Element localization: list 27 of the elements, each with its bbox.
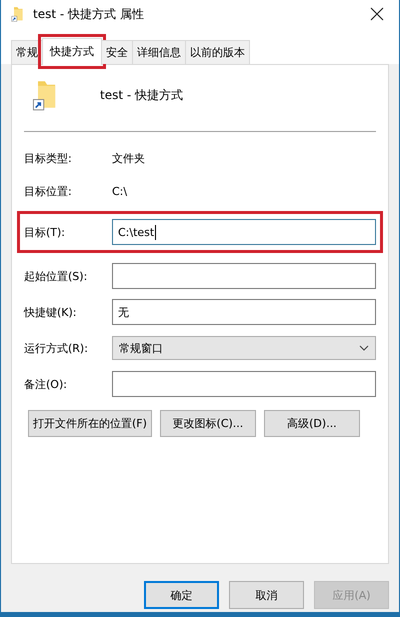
field-label: 目标(T): bbox=[24, 224, 66, 240]
folder-icon bbox=[11, 6, 25, 22]
dialog-button[interactable]: 取消 bbox=[229, 581, 304, 609]
window-title: test - 快捷方式 属性 bbox=[33, 6, 145, 22]
input-field[interactable] bbox=[112, 263, 376, 289]
tab[interactable]: 安全 bbox=[101, 40, 133, 64]
action-button[interactable]: 打开文件所在的位置(F) bbox=[28, 410, 152, 437]
dropdown[interactable]: 常规窗口 bbox=[112, 336, 376, 360]
field-label: 目标类型: bbox=[24, 150, 73, 166]
action-button[interactable]: 更改图标(C)... bbox=[160, 410, 256, 437]
tab[interactable]: 以前的版本 bbox=[185, 40, 250, 64]
input-field[interactable]: C:\test bbox=[112, 219, 376, 245]
field-label: 快捷键(K): bbox=[24, 304, 78, 320]
shortcut-name: test - 快捷方式 bbox=[100, 86, 184, 104]
field-label: 起始位置(S): bbox=[24, 268, 88, 284]
property-value: C:\ bbox=[112, 184, 128, 198]
input-field[interactable] bbox=[112, 371, 376, 397]
close-icon bbox=[370, 7, 384, 21]
input-field[interactable]: 无 bbox=[112, 299, 376, 325]
dialog-button[interactable]: 确定 bbox=[144, 581, 219, 609]
tab[interactable]: 详细信息 bbox=[132, 40, 186, 64]
property-value: 文件夹 bbox=[112, 150, 145, 166]
chevron-icon bbox=[359, 345, 369, 351]
field-label: 运行方式(R): bbox=[24, 340, 89, 356]
field-label: 目标位置: bbox=[24, 184, 73, 198]
action-button[interactable]: 高级(D)... bbox=[264, 410, 360, 437]
field-label: 备注(O): bbox=[24, 376, 68, 392]
